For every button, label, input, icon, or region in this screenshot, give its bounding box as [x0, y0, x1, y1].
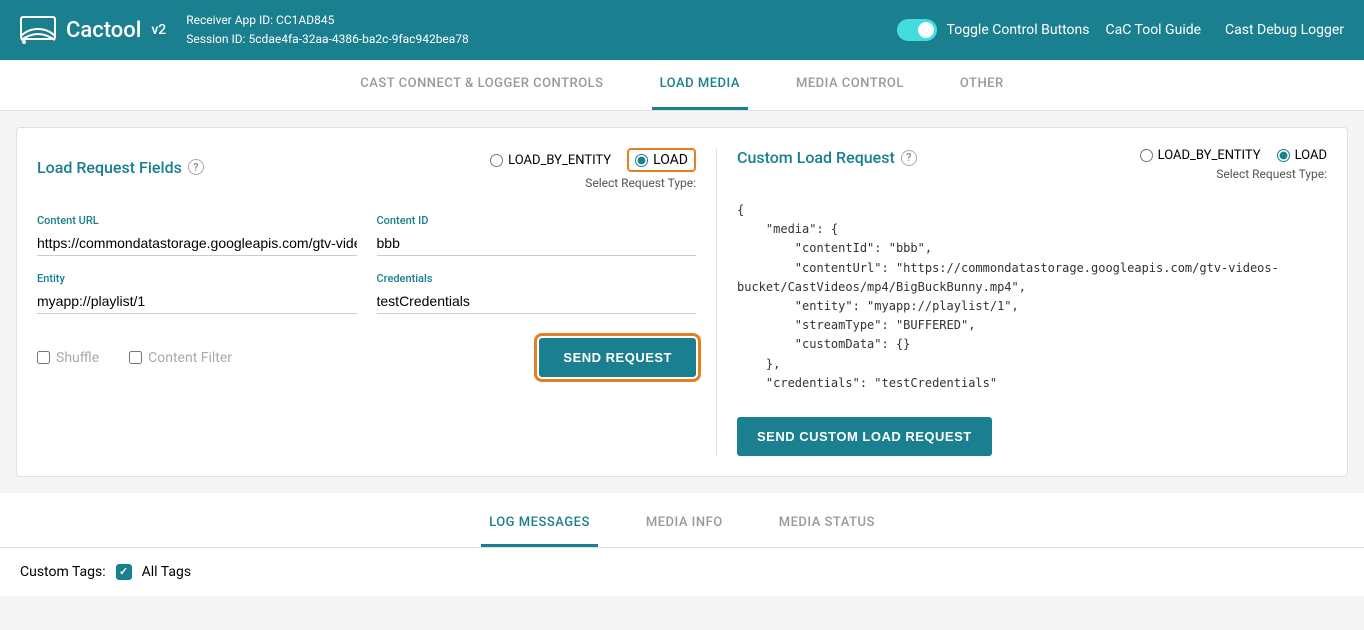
app-version: v2: [151, 22, 166, 38]
custom-select-request-label: Select Request Type:: [1140, 167, 1327, 181]
main-nav: CAST CONNECT & LOGGER CONTROLS LOAD MEDI…: [0, 60, 1364, 111]
load-radio-box[interactable]: LOAD: [627, 148, 696, 172]
app-header: Cactool v2 Receiver App ID: CC1AD845 Ses…: [0, 0, 1364, 60]
content-url-label: Content URL: [37, 214, 357, 227]
all-tags-checkbox[interactable]: [116, 564, 132, 580]
bottom-content: Custom Tags: All Tags: [0, 548, 1364, 596]
credentials-input[interactable]: [377, 289, 697, 314]
entity-input[interactable]: [37, 289, 357, 314]
credentials-label: Credentials: [377, 272, 697, 285]
custom-load-radio[interactable]: [1277, 149, 1290, 162]
credentials-group: Credentials: [377, 272, 697, 314]
custom-load-panel: Custom Load Request ? LOAD_BY_ENTITY LOA…: [717, 148, 1327, 456]
main-content: Load Request Fields ? LOAD_BY_ENTITY LOA…: [0, 111, 1364, 493]
toggle-control-section: Toggle Control Buttons: [897, 19, 1090, 41]
bottom-section: LOG MESSAGES MEDIA INFO MEDIA STATUS Cus…: [0, 493, 1364, 596]
content-filter-checkbox-label[interactable]: Content Filter: [129, 350, 232, 366]
shuffle-checkbox-label[interactable]: Shuffle: [37, 350, 99, 366]
cast-icon: [20, 16, 56, 44]
tab-media-info[interactable]: MEDIA INFO: [638, 501, 731, 547]
tab-cast-connect[interactable]: CAST CONNECT & LOGGER CONTROLS: [352, 60, 611, 110]
send-custom-load-button[interactable]: SEND CUSTOM LOAD REQUEST: [737, 417, 992, 456]
load-request-panel: Load Request Fields ? LOAD_BY_ENTITY LOA…: [37, 148, 717, 456]
content-id-label: Content ID: [377, 214, 697, 227]
tab-media-control[interactable]: MEDIA CONTROL: [788, 60, 912, 110]
app-logo: Cactool v2: [20, 16, 166, 44]
cac-tool-guide-link[interactable]: CaC Tool Guide: [1106, 22, 1202, 38]
custom-tags-label: Custom Tags:: [20, 564, 106, 580]
custom-load-title: Custom Load Request ?: [737, 148, 917, 167]
receiver-app-id: Receiver App ID: CC1AD845: [186, 11, 870, 30]
tab-media-status[interactable]: MEDIA STATUS: [771, 501, 883, 547]
load-by-entity-radio[interactable]: [490, 154, 503, 167]
session-info: Receiver App ID: CC1AD845 Session ID: 5c…: [186, 11, 870, 49]
custom-load-radio-label[interactable]: LOAD: [1277, 148, 1327, 163]
select-request-type-label: Select Request Type:: [490, 176, 696, 190]
custom-request-type-selector: LOAD_BY_ENTITY LOAD Select Request Type:: [1140, 148, 1327, 193]
content-url-group: Content URL: [37, 214, 357, 256]
content-id-group: Content ID: [377, 214, 697, 256]
load-radio[interactable]: [635, 154, 648, 167]
custom-load-help-icon[interactable]: ?: [901, 150, 917, 166]
custom-tags-row: Custom Tags: All Tags: [20, 564, 1344, 580]
form-row-1: Content URL Content ID: [37, 214, 696, 256]
load-request-help-icon[interactable]: ?: [188, 159, 204, 175]
custom-load-by-entity-radio[interactable]: [1140, 149, 1153, 162]
toggle-label: Toggle Control Buttons: [947, 22, 1090, 38]
all-tags-label: All Tags: [142, 564, 191, 580]
content-filter-checkbox[interactable]: [129, 351, 142, 364]
custom-load-by-entity-radio-label[interactable]: LOAD_BY_ENTITY: [1140, 148, 1261, 163]
shuffle-checkbox[interactable]: [37, 351, 50, 364]
form-row-2: Entity Credentials: [37, 272, 696, 314]
tab-other[interactable]: OTHER: [952, 60, 1012, 110]
load-request-title: Load Request Fields ?: [37, 158, 204, 177]
bottom-tabs: LOG MESSAGES MEDIA INFO MEDIA STATUS: [0, 493, 1364, 548]
load-by-entity-radio-label[interactable]: LOAD_BY_ENTITY: [490, 153, 611, 168]
custom-load-json: { "media": { "contentId": "bbb", "conten…: [737, 201, 1327, 393]
header-links: CaC Tool Guide Cast Debug Logger: [1106, 22, 1345, 38]
content-card: Load Request Fields ? LOAD_BY_ENTITY LOA…: [16, 127, 1348, 477]
app-title: Cactool: [66, 18, 141, 43]
checkboxes-row: Shuffle Content Filter: [37, 350, 232, 366]
request-type-selector: LOAD_BY_ENTITY LOAD Select Request Type:: [490, 148, 696, 202]
session-id: Session ID: 5cdae4fa-32aa-4386-ba2c-9fac…: [186, 30, 870, 49]
content-url-input[interactable]: [37, 231, 357, 256]
entity-group: Entity: [37, 272, 357, 314]
toggle-switch[interactable]: [897, 19, 937, 41]
tab-load-media[interactable]: LOAD MEDIA: [652, 60, 748, 110]
send-request-button[interactable]: SEND REQUEST: [539, 338, 696, 377]
tab-log-messages[interactable]: LOG MESSAGES: [481, 501, 598, 547]
entity-label: Entity: [37, 272, 357, 285]
cast-debug-logger-link[interactable]: Cast Debug Logger: [1225, 22, 1344, 38]
content-id-input[interactable]: [377, 231, 697, 256]
